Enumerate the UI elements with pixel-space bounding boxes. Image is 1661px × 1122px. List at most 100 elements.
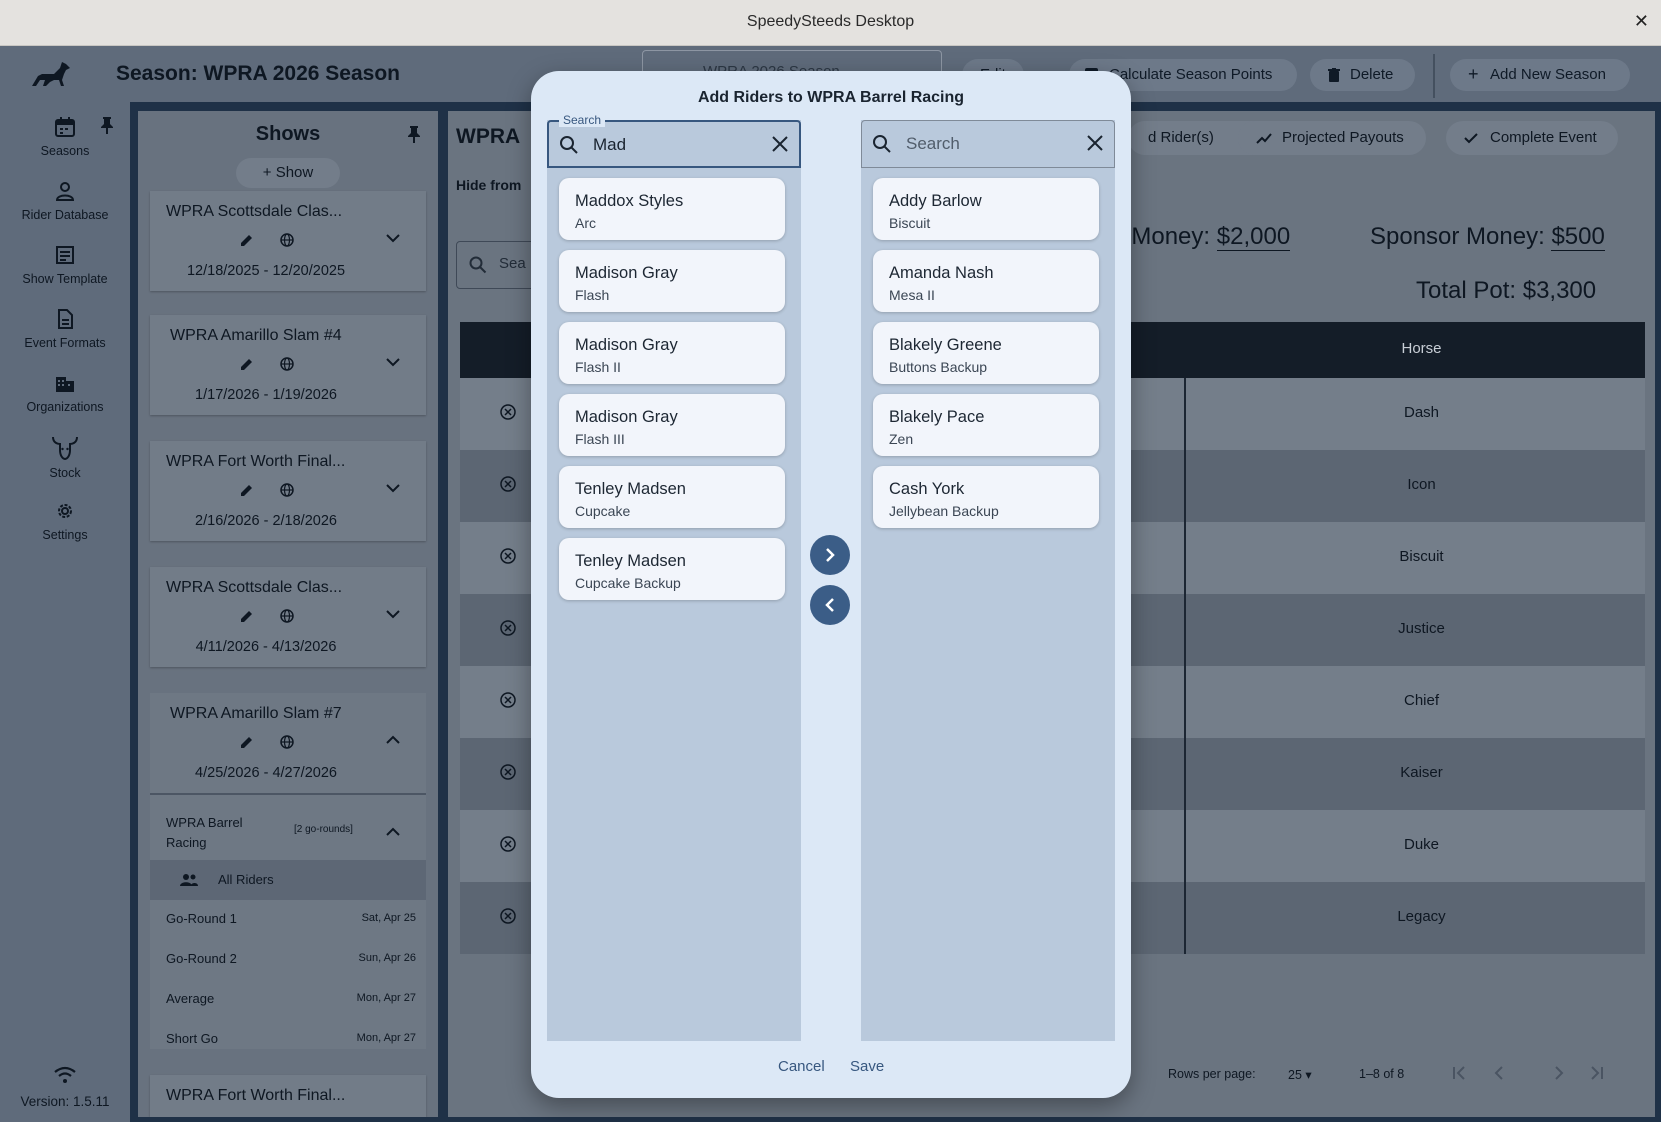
added-money-field[interactable]: $2,000 xyxy=(1216,223,1291,251)
rider-card[interactable]: Amanda Nash Mesa II xyxy=(873,250,1099,312)
chevron-up-icon[interactable] xyxy=(386,827,400,837)
show-dates: 2/16/2026 - 2/18/2026 xyxy=(195,513,337,529)
rider-card[interactable]: Blakely Pace Zen xyxy=(873,394,1099,456)
building-icon xyxy=(56,377,74,392)
rider-card[interactable]: Tenley Madsen Cupcake xyxy=(559,466,785,528)
remove-circle-icon[interactable] xyxy=(500,404,516,420)
complete-event-button[interactable]: Complete Event xyxy=(1446,121,1618,155)
search-icon xyxy=(560,136,578,154)
remove-circle-icon[interactable] xyxy=(500,548,516,564)
event-rounds-badge: [2 go-rounds] xyxy=(294,824,353,835)
next-page-icon[interactable] xyxy=(1552,1066,1566,1080)
nav-rider-database[interactable]: Rider Database xyxy=(0,180,130,222)
go-round-item[interactable]: Go-Round 2 Sun, Apr 26 xyxy=(166,951,416,966)
remove-circle-icon[interactable] xyxy=(500,692,516,708)
pencil-icon[interactable] xyxy=(240,735,254,749)
show-dates: 1/17/2026 - 1/19/2026 xyxy=(195,387,337,403)
chevron-down-icon[interactable] xyxy=(386,357,400,367)
rows-per-page-label: Rows per page: xyxy=(1168,1067,1256,1081)
globe-icon[interactable] xyxy=(280,735,294,749)
bull-icon xyxy=(52,436,78,460)
move-right-button[interactable] xyxy=(810,535,850,575)
shows-title: Shows xyxy=(255,123,321,145)
all-riders-item[interactable]: All Riders xyxy=(150,860,426,900)
projected-payouts-button[interactable]: Projected Payouts xyxy=(1238,121,1426,155)
chevron-left-icon xyxy=(825,598,834,612)
rider-card[interactable]: Addy Barlow Biscuit xyxy=(873,178,1099,240)
selected-riders-search-input[interactable]: Search xyxy=(861,120,1115,168)
remove-circle-icon[interactable] xyxy=(500,764,516,780)
remove-circle-icon[interactable] xyxy=(500,908,516,924)
rows-per-page-select[interactable]: 25 ▾ xyxy=(1288,1067,1312,1082)
show-card-expanded[interactable]: WPRA Amarillo Slam #7 4/25/2026 - 4/27/2… xyxy=(150,693,426,1049)
nav-event-formats[interactable]: Event Formats xyxy=(0,308,130,350)
horse-cell: Legacy xyxy=(1397,908,1446,925)
go-round-item[interactable]: Go-Round 1 Sat, Apr 25 xyxy=(166,911,416,926)
remove-circle-icon[interactable] xyxy=(500,620,516,636)
clear-icon[interactable] xyxy=(771,135,789,153)
save-button[interactable]: Save xyxy=(850,1058,884,1075)
rider-card[interactable]: Blakely Greene Buttons Backup xyxy=(873,322,1099,384)
remove-circle-icon[interactable] xyxy=(500,836,516,852)
rider-card[interactable]: Tenley Madsen Cupcake Backup xyxy=(559,538,785,600)
show-card[interactable]: WPRA Fort Worth Final... 2/16/2026 - 2/1… xyxy=(150,441,426,541)
rider-card[interactable]: Madison Gray Flash xyxy=(559,250,785,312)
nav-show-template[interactable]: Show Template xyxy=(0,244,130,286)
globe-icon[interactable] xyxy=(280,609,294,623)
clear-icon[interactable] xyxy=(1086,134,1104,152)
rider-card[interactable]: Cash York Jellybean Backup xyxy=(873,466,1099,528)
pencil-icon[interactable] xyxy=(240,357,254,371)
pencil-icon[interactable] xyxy=(240,233,254,247)
nav-settings[interactable]: Settings xyxy=(0,500,130,542)
chevron-up-icon[interactable] xyxy=(386,735,400,745)
show-card[interactable]: WPRA Scottsdale Clas... 4/11/2026 - 4/13… xyxy=(150,567,426,667)
sponsor-money-field[interactable]: $500 xyxy=(1551,223,1605,251)
short-go-item[interactable]: Short Go Mon, Apr 27 xyxy=(166,1031,416,1046)
window-close-button[interactable]: ✕ xyxy=(1634,11,1649,32)
rider-card[interactable]: Maddox Styles Arc xyxy=(559,178,785,240)
previous-page-icon[interactable] xyxy=(1492,1066,1506,1080)
nav-seasons[interactable]: Seasons xyxy=(0,116,130,158)
first-page-icon[interactable] xyxy=(1452,1066,1466,1080)
event-name[interactable]: WPRA Barrel Racing xyxy=(166,813,276,853)
pin-icon[interactable] xyxy=(406,125,422,143)
delete-season-button[interactable]: Delete xyxy=(1310,59,1415,91)
add-show-button[interactable]: + Show xyxy=(236,158,340,188)
show-card[interactable]: WPRA Fort Worth Final... xyxy=(150,1075,426,1117)
rider-card[interactable]: Madison Gray Flash II xyxy=(559,322,785,384)
available-riders-list[interactable]: Search Mad Maddox Styles Arc Madison Gray… xyxy=(547,113,801,1041)
group-icon xyxy=(180,874,198,886)
app-version: Version: 1.5.11 xyxy=(20,1094,110,1109)
show-name: WPRA Fort Worth Final... xyxy=(166,1087,346,1104)
add-new-season-button[interactable]: + Add New Season xyxy=(1450,59,1630,91)
average-item[interactable]: Average Mon, Apr 27 xyxy=(166,991,416,1006)
rider-card[interactable]: Madison Gray Flash III xyxy=(559,394,785,456)
dropdown-arrow-icon: ▾ xyxy=(1305,1068,1312,1082)
horse-cell: Biscuit xyxy=(1399,548,1444,565)
globe-icon[interactable] xyxy=(280,233,294,247)
show-card[interactable]: WPRA Scottsdale Clas... 12/18/2025 - 12/… xyxy=(150,191,426,291)
chevron-down-icon[interactable] xyxy=(386,609,400,619)
selected-riders-list[interactable]: Search Addy Barlow Biscuit Amanda Nash Mes… xyxy=(861,120,1115,1041)
available-riders-search-input[interactable]: Search Mad xyxy=(547,113,801,168)
cancel-button[interactable]: Cancel xyxy=(778,1058,825,1075)
header-divider xyxy=(1433,54,1435,98)
globe-icon[interactable] xyxy=(280,483,294,497)
show-card[interactable]: WPRA Amarillo Slam #4 1/17/2026 - 1/19/2… xyxy=(150,315,426,415)
pagination-range: 1–8 of 8 xyxy=(1359,1067,1405,1081)
horse-column-header[interactable]: Horse xyxy=(1198,340,1645,357)
chevron-down-icon[interactable] xyxy=(386,483,400,493)
chevron-down-icon[interactable] xyxy=(386,233,400,243)
divider xyxy=(150,793,426,795)
search-icon xyxy=(873,135,891,153)
nav-stock[interactable]: Stock xyxy=(0,434,130,480)
plus-icon: + xyxy=(1468,64,1479,84)
nav-organizations[interactable]: Organizations xyxy=(0,372,130,414)
remove-circle-icon[interactable] xyxy=(500,476,516,492)
pencil-icon[interactable] xyxy=(240,609,254,623)
pencil-icon[interactable] xyxy=(240,483,254,497)
show-dates: 12/18/2025 - 12/20/2025 xyxy=(186,263,346,279)
move-left-button[interactable] xyxy=(810,585,850,625)
last-page-icon[interactable] xyxy=(1590,1066,1604,1080)
globe-icon[interactable] xyxy=(280,357,294,371)
